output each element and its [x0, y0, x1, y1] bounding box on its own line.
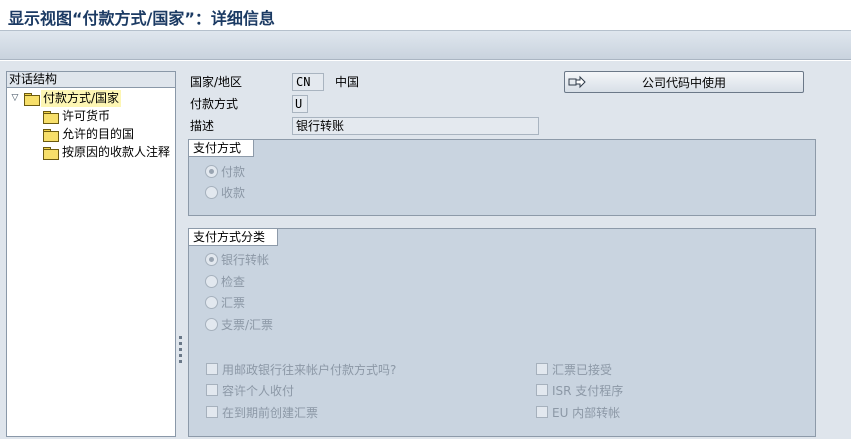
- company-code-usage-label: 公司代码中使用: [641, 75, 726, 90]
- navigate-arrow-icon: [565, 72, 589, 92]
- checkbox-icon: [206, 406, 218, 418]
- radio-cheque-bill[interactable]: 支票/汇票: [205, 315, 273, 333]
- folder-open-icon: [24, 93, 40, 106]
- tree-node-payment-method-country[interactable]: ▽ 付款方式/国家: [9, 90, 122, 107]
- payment-type-group-title: 支付方式: [189, 140, 255, 157]
- radio-check[interactable]: 检查: [205, 272, 245, 290]
- radio-selected-icon: [205, 252, 218, 266]
- checkbox-icon: [206, 384, 218, 396]
- radio-payment-incoming[interactable]: 收款: [205, 183, 245, 201]
- radio-selected-icon: [205, 164, 218, 178]
- radio-empty-icon: [205, 295, 218, 309]
- radio-bill-of-exchange[interactable]: 汇票: [205, 293, 245, 311]
- title-bar: 显示视图“付款方式/国家”：详细信息: [0, 0, 851, 30]
- radio-empty-icon: [205, 185, 218, 199]
- checkbox-icon: [536, 384, 548, 396]
- tree-node-label: 付款方式/国家: [41, 90, 122, 107]
- payment-method-label: 付款方式: [188, 95, 290, 113]
- panel-splitter-handle[interactable]: [179, 336, 183, 368]
- folder-icon: [43, 147, 59, 160]
- country-name-text: 中国: [335, 75, 360, 89]
- folder-icon: [43, 129, 59, 142]
- radio-empty-icon: [205, 274, 218, 288]
- tree-node-allowed-destination-countries[interactable]: 允许的目的国: [43, 126, 136, 143]
- dialog-structure-panel: 对话结构 ▽ 付款方式/国家 许可货币 允许的目的国 按原因的收款人注释: [6, 71, 176, 437]
- tree-node-label: 允许的目的国: [62, 127, 135, 141]
- main-area: 对话结构 ▽ 付款方式/国家 许可货币 允许的目的国 按原因的收款人注释 国家/…: [0, 61, 851, 439]
- checkbox-create-bill-before-due[interactable]: 在到期前创建汇票: [206, 403, 318, 421]
- checkbox-allow-personal[interactable]: 容许个人收付: [206, 381, 294, 399]
- description-field[interactable]: 银行转账: [292, 117, 539, 135]
- country-label: 国家/地区: [188, 73, 290, 91]
- company-code-usage-button[interactable]: 公司代码中使用: [564, 71, 804, 93]
- checkbox-eu-internal-transfer[interactable]: EU 内部转帐: [536, 403, 620, 421]
- expand-toggle-icon[interactable]: ▽: [9, 93, 21, 105]
- tree-node-label: 许可货币: [62, 109, 111, 123]
- payment-classification-group: 支付方式分类 银行转帐 检查 汇票 支票/汇票 用邮政银行往来帐户付款方式吗? …: [188, 228, 816, 437]
- radio-payment-outgoing[interactable]: 付款: [205, 162, 245, 180]
- country-field[interactable]: CN: [292, 73, 324, 91]
- window-title: 显示视图“付款方式/国家”：详细信息: [8, 9, 275, 28]
- radio-bank-transfer[interactable]: 银行转帐: [205, 250, 269, 268]
- radio-empty-icon: [205, 317, 218, 331]
- dialog-structure-header: 对话结构: [7, 72, 175, 88]
- checkbox-icon: [206, 363, 218, 375]
- payment-classification-group-title: 支付方式分类: [189, 229, 279, 246]
- payment-type-group: 支付方式 付款 收款: [188, 139, 816, 216]
- tree-node-allowed-currencies[interactable]: 许可货币: [43, 108, 112, 125]
- checkbox-isr-procedure[interactable]: ISR 支付程序: [536, 381, 623, 399]
- payment-method-field[interactable]: U: [292, 95, 308, 113]
- application-toolbar: [0, 30, 851, 60]
- checkbox-icon: [536, 406, 548, 418]
- checkbox-icon: [536, 363, 548, 375]
- tree-node-payee-notes-by-reason[interactable]: 按原因的收款人注释: [43, 144, 172, 161]
- tree-node-label: 按原因的收款人注释: [62, 145, 171, 159]
- checkbox-bill-accepted[interactable]: 汇票已接受: [536, 360, 612, 378]
- checkbox-postal-giro[interactable]: 用邮政银行往来帐户付款方式吗?: [206, 360, 396, 378]
- folder-icon: [43, 111, 59, 124]
- description-label: 描述: [188, 117, 290, 135]
